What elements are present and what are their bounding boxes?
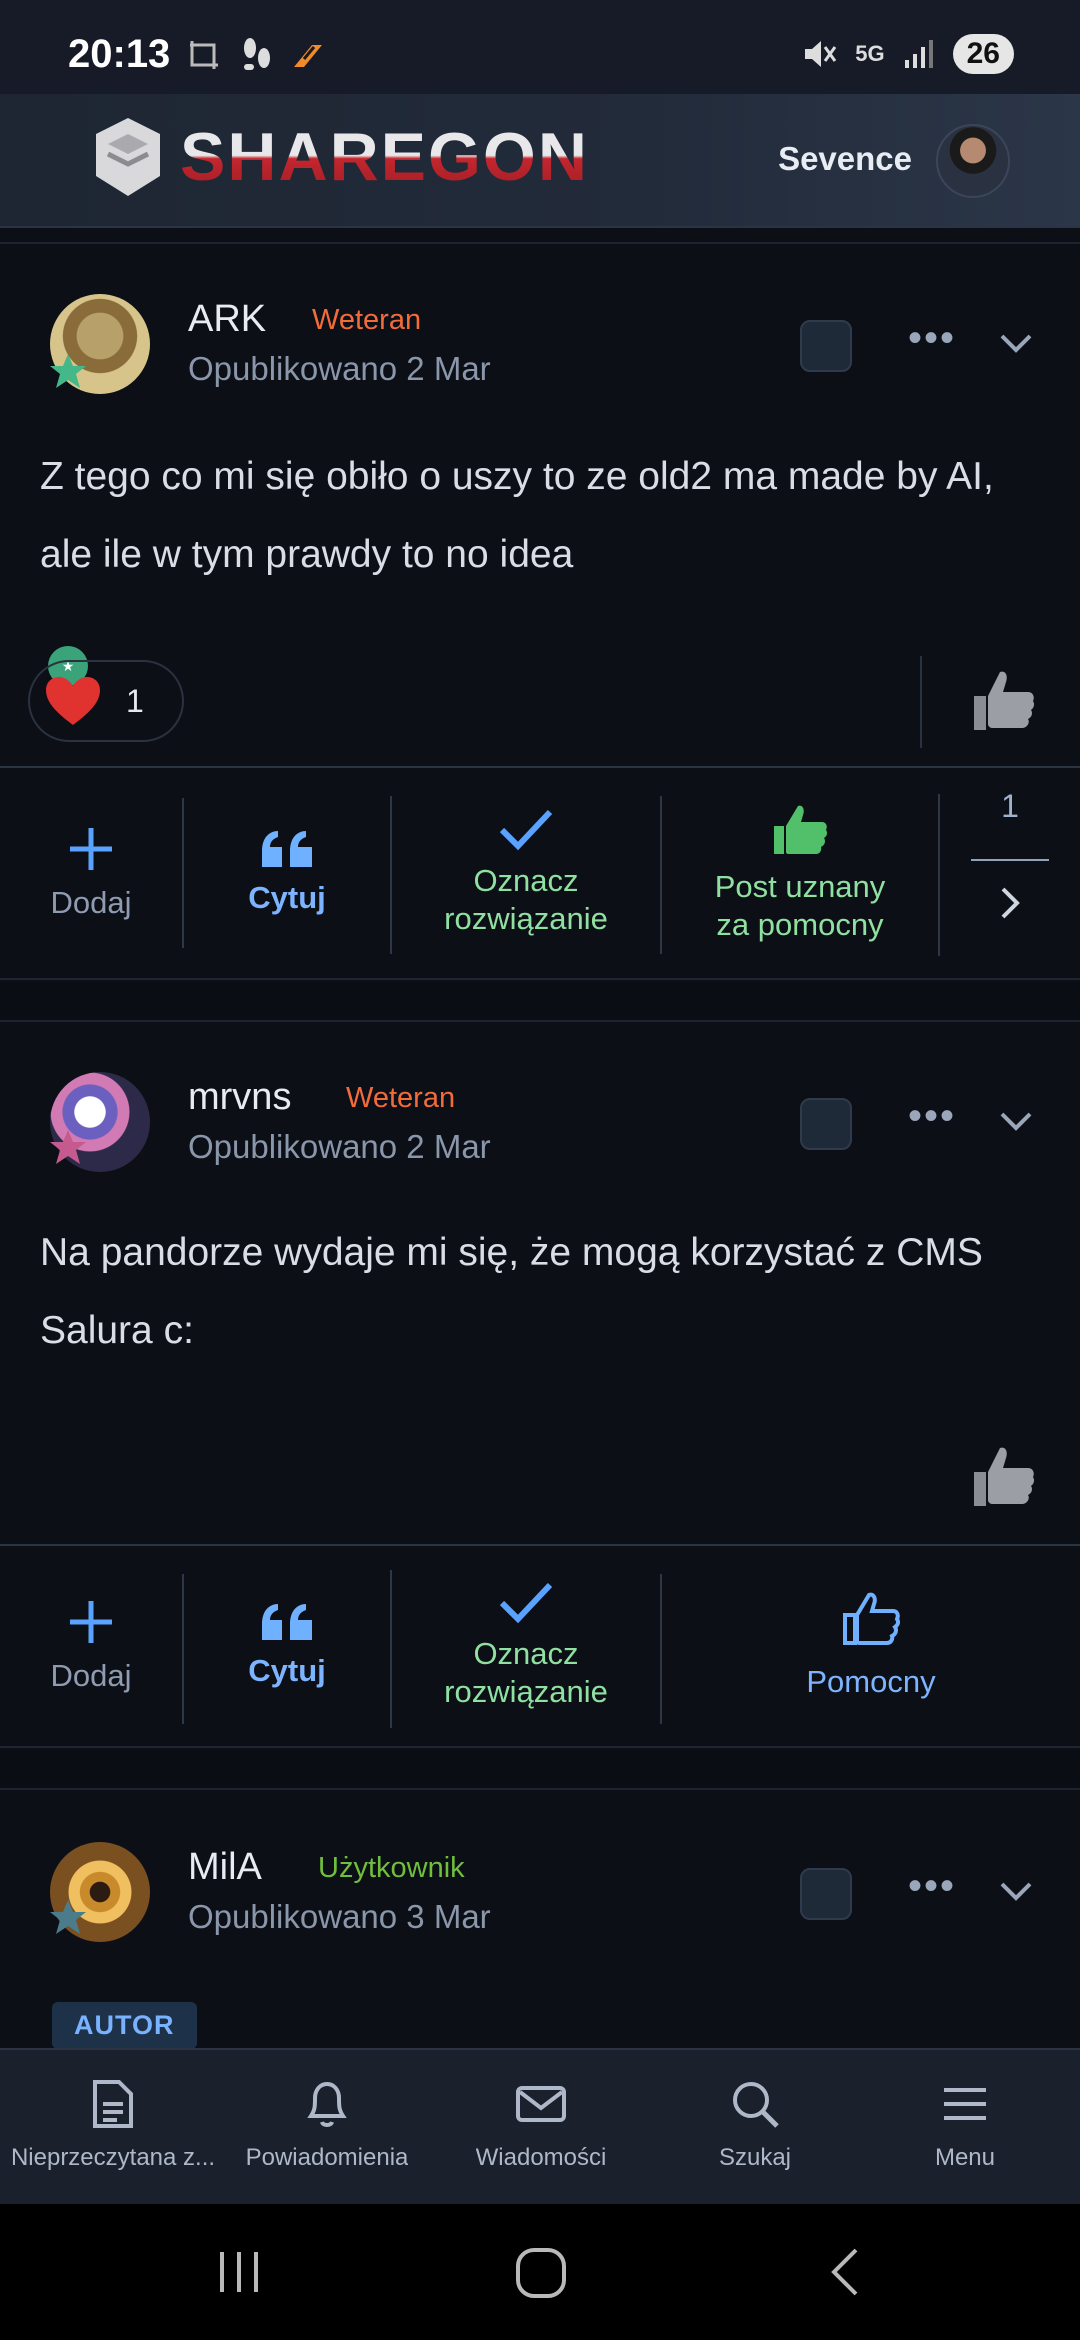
post-header: ★ ARK Weteran Opublikowano 2 Mar •••: [0, 294, 1080, 686]
author-name[interactable]: ARK: [188, 298, 266, 341]
nav-search[interactable]: Szukaj: [648, 2078, 862, 2172]
system-navigation: [0, 2204, 1080, 2340]
rank-badge-icon: [48, 1898, 88, 1938]
post-date[interactable]: Opublikowano 3 Mar: [188, 1898, 491, 1936]
bottom-navigation: Nieprzeczytana z... Powiadomienia Wiadom…: [0, 2048, 1080, 2204]
select-checkbox[interactable]: [800, 1868, 852, 1920]
checkmark-icon: [499, 809, 553, 851]
site-header: SHAREGON Sevence: [0, 94, 1080, 228]
app-icon: [294, 45, 322, 67]
nav-notifications[interactable]: Powiadomienia: [220, 2078, 434, 2172]
back-icon[interactable]: [824, 2244, 868, 2300]
post-body: Z tego co mi się obiło o uszy to ze old2…: [40, 455, 994, 576]
divider: [0, 242, 1080, 244]
post-header: MilA Użytkownik Opublikowano 3 Mar •••: [0, 1842, 1080, 1962]
status-bar: 20:13 5G 26: [0, 0, 1080, 94]
thumbs-up-icon: [774, 805, 828, 854]
author-name[interactable]: MilA: [188, 1846, 262, 1889]
chevron-down-icon[interactable]: [996, 1872, 1036, 1912]
menu-icon: [944, 2088, 986, 2120]
more-options-icon[interactable]: •••: [908, 1864, 956, 1909]
helpful-button[interactable]: Pomocny: [662, 1546, 1080, 1746]
nav-unread[interactable]: Nieprzeczytana z...: [6, 2078, 220, 2172]
search-icon: [733, 2082, 779, 2128]
author-name[interactable]: mrvns: [188, 1076, 291, 1119]
nav-menu[interactable]: Menu: [858, 2078, 1072, 2172]
post-separator: [0, 982, 1080, 1022]
rank-badge-icon: [48, 352, 88, 392]
thumbs-up-icon[interactable]: [966, 664, 1038, 736]
chevron-down-icon[interactable]: [996, 1102, 1036, 1142]
post-date[interactable]: Opublikowano 2 Mar: [188, 350, 491, 388]
nav-messages[interactable]: Wiadomości: [434, 2078, 648, 2172]
helpful-button[interactable]: Post uznany za pomocny: [662, 768, 938, 978]
add-button[interactable]: Dodaj: [0, 1546, 182, 1746]
select-checkbox[interactable]: [800, 1098, 852, 1150]
plus-icon: [70, 1601, 112, 1643]
reaction-count: 1: [126, 682, 144, 719]
current-username[interactable]: Sevence: [778, 140, 912, 178]
quote-button[interactable]: Cytuj: [184, 768, 390, 978]
add-button[interactable]: Dodaj: [0, 768, 182, 978]
heart-icon: [46, 677, 100, 725]
plus-icon: [70, 828, 112, 870]
recent-apps-icon[interactable]: [214, 2244, 264, 2300]
post-date[interactable]: Opublikowano 2 Mar: [188, 1128, 491, 1166]
helpful-count-toggle[interactable]: 1: [940, 768, 1080, 978]
quote-button[interactable]: Cytuj: [184, 1546, 390, 1746]
post-header: mrvns Weteran Opublikowano 2 Mar •••: [0, 1072, 1080, 1192]
author-role: Użytkownik: [318, 1852, 465, 1884]
chevron-down-icon[interactable]: [996, 324, 1036, 364]
more-options-icon[interactable]: •••: [908, 1094, 956, 1139]
mute-icon: [805, 41, 837, 67]
user-avatar[interactable]: [936, 124, 1010, 198]
network-type: 5G: [855, 41, 885, 66]
post-action-bar: Dodaj Cytuj Oznacz rozwiązanie Pomocny: [0, 1544, 1080, 1748]
screenshot-icon: [190, 41, 218, 69]
logo-text: SHAREGON: [180, 119, 589, 195]
more-options-icon[interactable]: •••: [908, 316, 956, 361]
quote-icon: [262, 831, 312, 867]
logo-icon: [96, 118, 160, 196]
home-icon[interactable]: [514, 2244, 568, 2300]
author-role: Weteran: [312, 304, 422, 336]
author-tag: AUTOR: [52, 2002, 197, 2049]
post-action-bar: Dodaj Cytuj Oznacz rozwiązanie Post uzna…: [0, 766, 1080, 980]
site-logo[interactable]: SHAREGON: [90, 114, 589, 200]
mark-solution-button[interactable]: Oznacz rozwiązanie: [392, 1546, 660, 1746]
mark-solution-button[interactable]: Oznacz rozwiązanie: [392, 768, 660, 978]
mail-icon: [516, 2086, 566, 2122]
document-icon: [93, 2080, 133, 2128]
thumbs-up-outline-icon: [843, 1592, 901, 1645]
reaction-button[interactable]: 1: [28, 660, 184, 742]
helpful-count: 1: [1001, 788, 1019, 824]
quote-icon: [262, 1604, 312, 1640]
rank-badge-icon: [48, 1128, 88, 1168]
bell-icon: [307, 2081, 347, 2127]
thumbs-up-icon[interactable]: [966, 1440, 1038, 1512]
steps-icon: [244, 38, 270, 70]
checkmark-icon: [499, 1582, 553, 1624]
post-separator: [0, 1750, 1080, 1790]
author-role: Weteran: [346, 1082, 456, 1114]
signal-icon: [904, 40, 933, 68]
status-time: 20:13: [68, 32, 171, 76]
battery-level: 26: [952, 34, 1014, 74]
post-body: Na pandorze wydaje mi się, że mogą korzy…: [40, 1231, 983, 1352]
chevron-right-icon: [1001, 887, 1020, 919]
select-checkbox[interactable]: [800, 320, 852, 372]
